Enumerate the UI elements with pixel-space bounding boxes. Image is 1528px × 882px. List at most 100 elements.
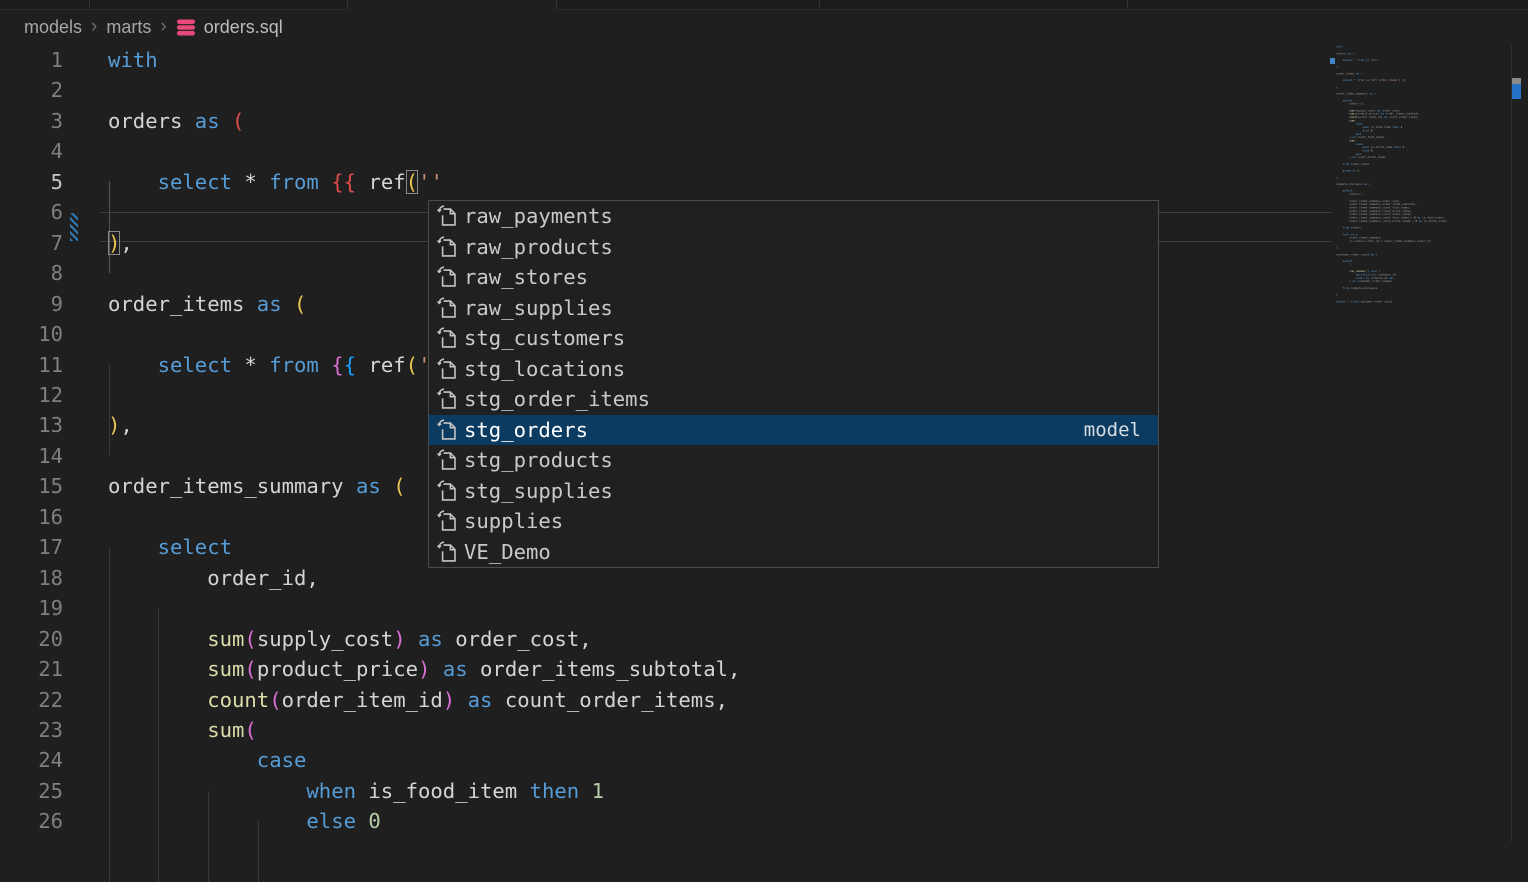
- code-text: sum(product_price) as order_items_subtot…: [108, 654, 740, 684]
- line-number[interactable]: 15: [0, 471, 63, 501]
- breadcrumb-item-file[interactable]: orders.sql: [176, 17, 283, 38]
- code-line[interactable]: 5 select * from {{ ref('': [0, 167, 1528, 197]
- tab-stub[interactable]: [90, 0, 348, 10]
- code-line[interactable]: 21 sum(product_price) as order_items_sub…: [0, 654, 1528, 684]
- code-text: order_items as (: [108, 289, 306, 319]
- line-number[interactable]: 8: [0, 258, 63, 288]
- tab-stub[interactable]: [820, 0, 1128, 10]
- suggestion-label: raw_payments: [464, 204, 613, 228]
- code-line[interactable]: 22 count(order_item_id) as count_order_i…: [0, 685, 1528, 715]
- suggest-item[interactable]: stg_customers: [429, 323, 1158, 354]
- code-line[interactable]: 2: [0, 75, 1528, 105]
- suggest-item[interactable]: VE_Demo: [429, 537, 1158, 568]
- file-reference-icon: [436, 204, 459, 228]
- suggest-item[interactable]: supplies: [429, 506, 1158, 537]
- line-number[interactable]: 14: [0, 441, 63, 471]
- file-reference-icon: [436, 387, 459, 411]
- breadcrumb-item-models[interactable]: models: [24, 17, 82, 38]
- tab-stub[interactable]: [0, 0, 90, 10]
- line-number[interactable]: 7: [0, 228, 63, 258]
- file-reference-icon: [436, 357, 459, 381]
- line-number[interactable]: 18: [0, 563, 63, 593]
- suggestion-label: VE_Demo: [464, 540, 551, 564]
- breadcrumb-file-label: orders.sql: [204, 17, 283, 38]
- tab-bar: [0, 0, 1528, 10]
- line-number[interactable]: 1: [0, 45, 63, 75]
- file-reference-icon: [436, 479, 459, 503]
- code-text: select: [108, 532, 232, 562]
- line-number[interactable]: 12: [0, 380, 63, 410]
- chevron-right-icon: ›: [160, 16, 166, 38]
- breadcrumb-item-marts[interactable]: marts: [106, 17, 151, 38]
- line-number[interactable]: 5: [0, 167, 63, 197]
- line-number[interactable]: 3: [0, 106, 63, 136]
- code-line[interactable]: 23 sum(: [0, 715, 1528, 745]
- suggest-item[interactable]: raw_payments: [429, 201, 1158, 232]
- code-text: when is_food_item then 1: [108, 776, 604, 806]
- line-number[interactable]: 16: [0, 502, 63, 532]
- code-text: sum(supply_cost) as order_cost,: [108, 624, 592, 654]
- code-line[interactable]: 3 orders as (: [0, 106, 1528, 136]
- line-number[interactable]: 26: [0, 806, 63, 836]
- suggest-item[interactable]: stg_orders model: [429, 415, 1158, 446]
- tab-stub[interactable]: [557, 0, 820, 10]
- suggest-item[interactable]: stg_products: [429, 445, 1158, 476]
- code-text: order_id,: [108, 563, 319, 593]
- suggestion-label: stg_orders: [464, 418, 588, 442]
- autocomplete-dropdown: raw_payments raw_products raw_stores raw…: [428, 200, 1159, 568]
- file-reference-icon: [436, 540, 459, 564]
- minimap-line: select * from customer_order_count: [1336, 300, 1447, 303]
- overview-ruler-cursor-marker[interactable]: [1512, 84, 1521, 99]
- code-text: orders as (: [108, 106, 244, 136]
- code-line[interactable]: 26 else 0: [0, 806, 1528, 836]
- file-reference-icon: [436, 296, 459, 320]
- line-number[interactable]: 2: [0, 75, 63, 105]
- code-line[interactable]: 20 sum(supply_cost) as order_cost,: [0, 624, 1528, 654]
- tab-stub-active[interactable]: [348, 0, 557, 10]
- file-reference-icon: [436, 418, 459, 442]
- database-icon: [176, 19, 196, 36]
- file-reference-icon: [436, 448, 459, 472]
- code-text: with: [108, 45, 158, 75]
- suggest-item[interactable]: raw_stores: [429, 262, 1158, 293]
- code-line[interactable]: 24 case: [0, 745, 1528, 775]
- file-reference-icon: [436, 235, 459, 259]
- line-number[interactable]: 11: [0, 350, 63, 380]
- file-reference-icon: [436, 326, 459, 350]
- line-number[interactable]: 13: [0, 410, 63, 440]
- code-line[interactable]: 4: [0, 136, 1528, 166]
- line-number[interactable]: 23: [0, 715, 63, 745]
- line-number[interactable]: 21: [0, 654, 63, 684]
- file-reference-icon: [436, 265, 459, 289]
- suggest-item[interactable]: stg_order_items: [429, 384, 1158, 415]
- code-text: select * from {{ ref('': [108, 167, 443, 197]
- tab-stub[interactable]: [1128, 0, 1528, 10]
- minimap-modified-marker: [1330, 58, 1335, 64]
- line-number[interactable]: 10: [0, 319, 63, 349]
- code-line[interactable]: 1 with: [0, 45, 1528, 75]
- code-line[interactable]: 25 when is_food_item then 1: [0, 776, 1528, 806]
- line-number[interactable]: 20: [0, 624, 63, 654]
- suggestion-label: stg_supplies: [464, 479, 613, 503]
- minimap-line: on orders.order_id = order_items_summary…: [1336, 239, 1447, 242]
- minimap[interactable]: with orders as ( select * from {{ ref(''…: [1336, 45, 1447, 303]
- suggest-item[interactable]: stg_locations: [429, 354, 1158, 385]
- code-text: order_items_summary as (: [108, 471, 406, 501]
- code-line[interactable]: 19: [0, 593, 1528, 623]
- chevron-right-icon: ›: [91, 16, 97, 38]
- line-number[interactable]: 22: [0, 685, 63, 715]
- file-reference-icon: [436, 509, 459, 533]
- overview-ruler-border: [1511, 45, 1512, 842]
- suggestion-label: raw_products: [464, 235, 613, 259]
- suggest-item[interactable]: stg_supplies: [429, 476, 1158, 507]
- line-number[interactable]: 17: [0, 532, 63, 562]
- suggest-item[interactable]: raw_products: [429, 232, 1158, 263]
- line-number[interactable]: 4: [0, 136, 63, 166]
- line-number[interactable]: 9: [0, 289, 63, 319]
- suggestion-detail: model: [1084, 419, 1141, 441]
- line-number[interactable]: 19: [0, 593, 63, 623]
- line-number[interactable]: 24: [0, 745, 63, 775]
- suggest-item[interactable]: raw_supplies: [429, 293, 1158, 324]
- line-number[interactable]: 6: [0, 197, 63, 227]
- line-number[interactable]: 25: [0, 776, 63, 806]
